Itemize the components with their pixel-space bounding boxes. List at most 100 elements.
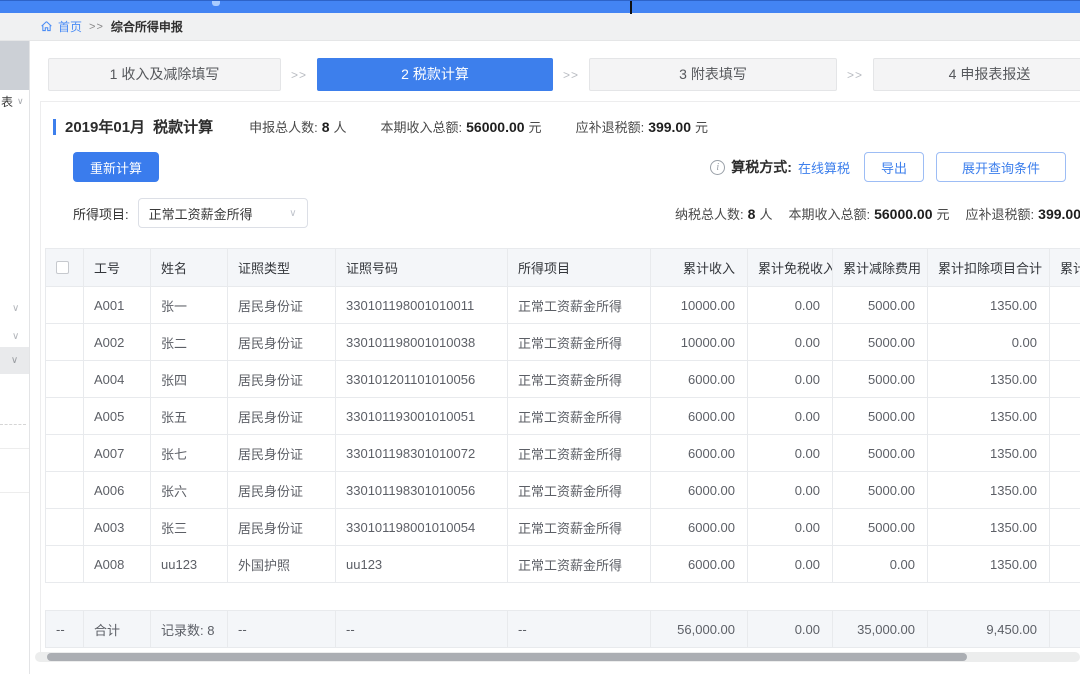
cell: 330101193001010051 xyxy=(336,398,508,435)
step-4-submit-declaration[interactable]: 4 申报表报送 xyxy=(873,58,1080,91)
cell: 1350.00 xyxy=(928,361,1050,398)
totals-cell: -- xyxy=(336,611,508,648)
stat-label: 本期收入总额: xyxy=(381,120,463,135)
step-1-income-deduction[interactable]: 1 收入及减除填写 xyxy=(48,58,281,91)
cell: 6000.00 xyxy=(651,398,748,435)
column-header: 累计准予扣除的捐赠额 xyxy=(1050,249,1080,287)
cell: A005 xyxy=(84,398,151,435)
table-row[interactable]: A003张三居民身份证330101198001010054正常工资薪金所得600… xyxy=(46,509,1080,546)
cell: 10000.00 xyxy=(651,287,748,324)
sidebar: 表 ∨ ∨ ∨ ∨ xyxy=(0,41,30,674)
export-button[interactable]: 导出 xyxy=(864,152,924,182)
cell: 张五 xyxy=(151,398,228,435)
text-caret xyxy=(630,1,632,14)
row-checkbox-cell[interactable] xyxy=(46,546,84,583)
stat-value: 8 xyxy=(322,119,330,135)
table-row[interactable]: A005张五居民身份证330101193001010051正常工资薪金所得600… xyxy=(46,398,1080,435)
chevron-down-icon[interactable]: ∨ xyxy=(12,303,19,314)
table-row[interactable]: A001张一居民身份证330101198001010011正常工资薪金所得100… xyxy=(46,287,1080,324)
sidebar-item-active[interactable]: ∨ xyxy=(0,347,29,374)
cell: 1350.00 xyxy=(928,398,1050,435)
row-checkbox-cell[interactable] xyxy=(46,361,84,398)
table-row[interactable]: A007张七居民身份证330101198301010072正常工资薪金所得600… xyxy=(46,435,1080,472)
cell: 0.00 xyxy=(748,361,833,398)
row-checkbox-cell[interactable] xyxy=(46,398,84,435)
cell: A007 xyxy=(84,435,151,472)
column-header: 累计扣除项目合计 xyxy=(928,249,1050,287)
table-row[interactable]: A006张六居民身份证330101198301010056正常工资薪金所得600… xyxy=(46,472,1080,509)
step-separator: >> xyxy=(553,68,589,82)
cell: 居民身份证 xyxy=(228,324,336,361)
step-separator: >> xyxy=(281,68,317,82)
column-header: 证照号码 xyxy=(336,249,508,287)
table-row[interactable]: A004张四居民身份证330101201101010056正常工资薪金所得600… xyxy=(46,361,1080,398)
cell: 330101201101010056 xyxy=(336,361,508,398)
stat-value: 399.00 xyxy=(1038,206,1080,222)
cell: 330101198001010054 xyxy=(336,509,508,546)
cell: 居民身份证 xyxy=(228,361,336,398)
cell: 0.00 xyxy=(748,435,833,472)
stat-unit: 元 xyxy=(937,207,950,222)
totals-cell: -- xyxy=(46,611,84,648)
row-checkbox-cell[interactable] xyxy=(46,509,84,546)
cell: 330101198001010011 xyxy=(336,287,508,324)
column-header: 所得项目 xyxy=(508,249,651,287)
cell xyxy=(1050,546,1080,583)
column-header: 姓名 xyxy=(151,249,228,287)
recalculate-button[interactable]: 重新计算 xyxy=(73,152,159,182)
cell: 张二 xyxy=(151,324,228,361)
income-item-selected-value: 正常工资薪金所得 xyxy=(149,204,253,223)
cell: 张四 xyxy=(151,361,228,398)
cell: 张一 xyxy=(151,287,228,324)
tax-mode-value-link[interactable]: 在线算税 xyxy=(798,158,850,177)
cell: 330101198301010056 xyxy=(336,472,508,509)
cell: 0.00 xyxy=(928,324,1050,361)
cell: 0.00 xyxy=(833,546,928,583)
title-accent-bar xyxy=(53,119,56,135)
stat-value: 8 xyxy=(748,206,756,222)
content-panel: 2019年01月 税款计算 申报总人数:8人本期收入总额:56000.00元应补… xyxy=(40,101,1080,662)
chevron-down-icon[interactable]: ∨ xyxy=(12,331,19,342)
cell: 5000.00 xyxy=(833,287,928,324)
step-2-tax-calculation[interactable]: 2 税款计算 xyxy=(317,58,553,91)
stat: 纳税总人数:8人 xyxy=(675,204,772,223)
row-checkbox-cell[interactable] xyxy=(46,324,84,361)
cell: A001 xyxy=(84,287,151,324)
totals-cell: 0.00 xyxy=(748,611,833,648)
breadcrumb-home-link[interactable]: 首页 xyxy=(58,18,82,35)
row-checkbox-cell[interactable] xyxy=(46,287,84,324)
stat: 本期收入总额:56000.00元 xyxy=(788,204,949,223)
table-row[interactable]: A002张二居民身份证330101198001010038正常工资薪金所得100… xyxy=(46,324,1080,361)
cell: 张三 xyxy=(151,509,228,546)
cell: 1350.00 xyxy=(928,546,1050,583)
totals-cell: -- xyxy=(228,611,336,648)
info-icon: i xyxy=(710,160,725,175)
cell: 5000.00 xyxy=(833,435,928,472)
step-3-attached-forms[interactable]: 3 附表填写 xyxy=(589,58,837,91)
stat: 应补退税额:399.00元 xyxy=(576,117,708,136)
stat-unit: 人 xyxy=(334,120,347,135)
sidebar-scrollbar-thumb[interactable] xyxy=(0,41,29,90)
cell xyxy=(1050,509,1080,546)
cell: 正常工资薪金所得 xyxy=(508,287,651,324)
sidebar-item-partial[interactable]: 表 ∨ xyxy=(1,93,24,110)
table-row[interactable]: A008uu123外国护照uu123正常工资薪金所得6000.000.000.0… xyxy=(46,546,1080,583)
topbar-dot xyxy=(212,1,220,6)
cell xyxy=(1050,287,1080,324)
row-checkbox-cell[interactable] xyxy=(46,472,84,509)
row-checkbox-cell[interactable] xyxy=(46,435,84,472)
scrollbar-thumb[interactable] xyxy=(47,653,967,661)
totals-cell: -- xyxy=(508,611,651,648)
cell: 10000.00 xyxy=(651,324,748,361)
income-item-select[interactable]: 正常工资薪金所得 ∨ xyxy=(138,198,308,228)
column-header: 证照类型 xyxy=(228,249,336,287)
cell: 6000.00 xyxy=(651,509,748,546)
expand-query-button[interactable]: 展开查询条件 xyxy=(936,152,1066,182)
select-all-checkbox[interactable] xyxy=(56,261,69,274)
horizontal-scrollbar[interactable] xyxy=(35,652,1080,662)
cell: 居民身份证 xyxy=(228,435,336,472)
cell: 正常工资薪金所得 xyxy=(508,398,651,435)
taxpayer-stats: 纳税总人数:8人本期收入总额:56000.00元应补退税额:399.00元 xyxy=(675,204,1080,223)
chevron-down-icon: ∨ xyxy=(17,96,24,107)
cell: 0.00 xyxy=(748,546,833,583)
